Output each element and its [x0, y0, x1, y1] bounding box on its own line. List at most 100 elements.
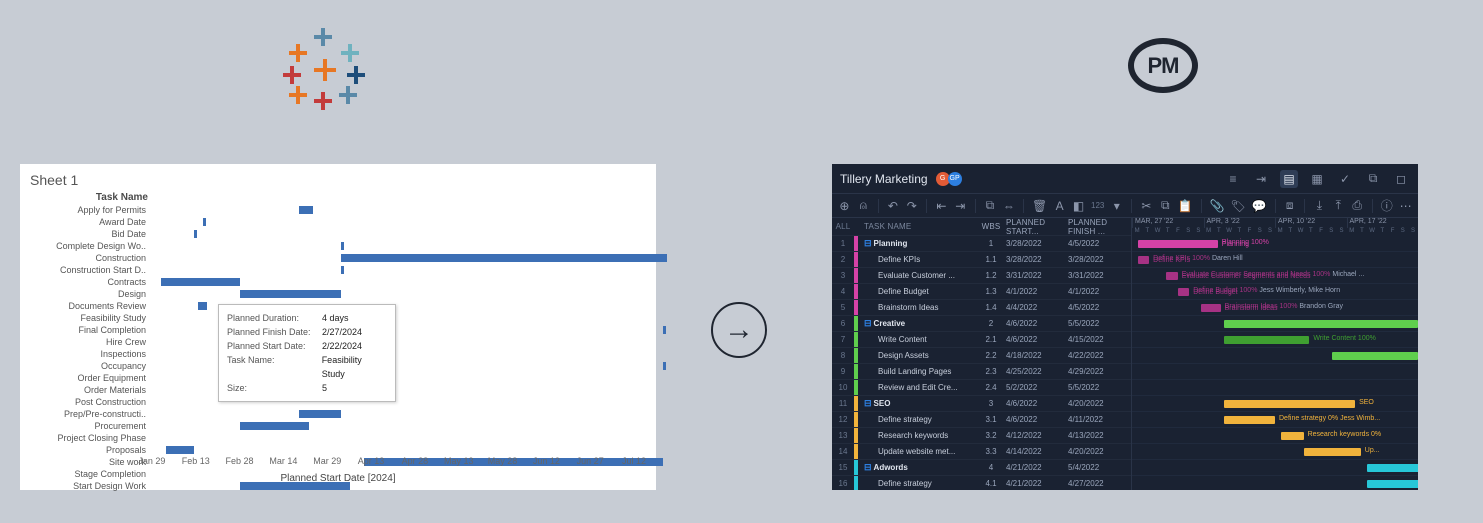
gantt-bar[interactable] [1224, 320, 1418, 328]
gantt-bar[interactable] [341, 254, 668, 262]
cut-icon[interactable]: ✂ [1140, 197, 1153, 215]
gantt-bar[interactable] [1281, 432, 1304, 440]
gantt-bar[interactable]: Planning [1138, 240, 1218, 248]
gantt-bar[interactable]: Evaluate Customer Segments and Needs [1166, 272, 1177, 280]
col-all[interactable]: ALL [832, 222, 854, 231]
task-label[interactable]: Final Completion [20, 324, 148, 336]
unlink-icon[interactable]: ⇔ [1002, 197, 1015, 215]
col-planned-finish[interactable]: PLANNED FINISH ... [1068, 218, 1130, 236]
comment-icon[interactable]: 💬 [1252, 197, 1267, 215]
row-task-name[interactable]: Build Landing Pages [858, 367, 976, 376]
gantt-bar[interactable] [299, 206, 313, 214]
gantt-bar[interactable] [341, 266, 344, 274]
row-task-name[interactable]: ⊟Creative [858, 318, 976, 329]
redo-icon[interactable]: ↷ [905, 197, 918, 215]
collapse-toggle-icon[interactable]: ⊟ [864, 398, 872, 408]
task-label[interactable]: Project Closing Phase [20, 432, 148, 444]
row-task-name[interactable]: ⊟SEO [858, 398, 976, 409]
task-label[interactable]: Documents Review [20, 300, 148, 312]
undo-icon[interactable]: ↶ [887, 197, 900, 215]
table-row[interactable]: 8Design Assets2.24/18/20224/22/2022 [832, 348, 1131, 364]
collapse-toggle-icon[interactable]: ⊟ [864, 238, 872, 248]
col-task-name[interactable]: TASK NAME [858, 222, 976, 231]
gantt-bar[interactable] [198, 302, 207, 310]
palette-icon[interactable]: ◧ [1072, 197, 1085, 215]
table-row[interactable]: 1⊟Planning13/28/20224/5/2022 [832, 236, 1131, 252]
view-list-icon[interactable]: ≡ [1224, 170, 1242, 188]
task-label[interactable]: Order Materials [20, 384, 148, 396]
row-task-name[interactable]: ⊟Adwords [858, 462, 976, 473]
gantt-bar[interactable] [299, 410, 340, 418]
font-icon[interactable]: A [1053, 197, 1066, 215]
table-row[interactable]: 4Define Budget1.34/1/20224/1/2022 [832, 284, 1131, 300]
view-indent-icon[interactable]: ⇥ [1252, 170, 1270, 188]
task-label[interactable]: Feasibility Study [20, 312, 148, 324]
row-task-name[interactable]: Define Budget [858, 287, 976, 296]
view-box-icon[interactable]: ◻ [1392, 170, 1410, 188]
gantt-bar[interactable] [1367, 464, 1418, 472]
row-task-name[interactable]: Define strategy [858, 415, 976, 424]
link-icon[interactable]: ⧉ [984, 197, 997, 215]
col-wbs[interactable]: WBS [976, 222, 1006, 231]
collapse-toggle-icon[interactable]: ⊟ [864, 462, 872, 472]
table-row[interactable]: 3Evaluate Customer ...1.23/31/20223/31/2… [832, 268, 1131, 284]
row-task-name[interactable]: Review and Edit Cre... [858, 383, 976, 392]
task-label[interactable]: Design [20, 288, 148, 300]
view-gantt-icon[interactable]: ▤ [1280, 170, 1298, 188]
table-row[interactable]: 10Review and Edit Cre...2.45/2/20225/5/2… [832, 380, 1131, 396]
task-label[interactable]: Apply for Permits [20, 204, 148, 216]
paste-icon[interactable]: 📋 [1178, 197, 1193, 215]
row-task-name[interactable]: Research keywords [858, 431, 976, 440]
gantt-bar[interactable] [240, 422, 309, 430]
table-row[interactable]: 2Define KPIs1.13/28/20223/28/2022 [832, 252, 1131, 268]
table-row[interactable]: 14Update website met...3.34/14/20224/20/… [832, 444, 1131, 460]
indent-icon[interactable]: ⇥ [954, 197, 967, 215]
table-row[interactable]: 5Brainstorm Ideas1.44/4/20224/5/2022 [832, 300, 1131, 316]
info-icon[interactable]: ⓘ [1380, 197, 1393, 215]
gantt-bar[interactable] [1304, 448, 1361, 456]
table-row[interactable]: 9Build Landing Pages2.34/25/20224/29/202… [832, 364, 1131, 380]
gantt-bar[interactable] [1332, 352, 1418, 360]
gantt-bar[interactable]: Define KPIs [1138, 256, 1149, 264]
col-planned-start[interactable]: PLANNED START... [1006, 218, 1068, 236]
view-copy-icon[interactable]: ⧉ [1364, 170, 1382, 188]
outdent-icon[interactable]: ⇤ [935, 197, 948, 215]
table-row[interactable]: 16Define strategy4.14/21/20224/27/2022 [832, 476, 1131, 490]
gantt-bar[interactable] [166, 446, 194, 454]
task-label[interactable]: Procurement [20, 420, 148, 432]
delete-icon[interactable]: 🗑 [1032, 197, 1047, 215]
task-label[interactable]: Occupancy [20, 360, 148, 372]
task-label[interactable]: Contracts [20, 276, 148, 288]
table-row[interactable]: 12Define strategy3.14/6/20224/11/2022 [832, 412, 1131, 428]
chevron-down-icon[interactable]: ▾ [1110, 197, 1123, 215]
add-user-icon[interactable]: ⍝ [857, 197, 870, 215]
task-label[interactable]: Award Date [20, 216, 148, 228]
gantt-bar[interactable] [240, 290, 341, 298]
table-row[interactable]: 13Research keywords3.24/12/20224/13/2022 [832, 428, 1131, 444]
row-task-name[interactable]: Update website met... [858, 447, 976, 456]
export-icon[interactable]: ⤓ [1313, 197, 1326, 215]
collapse-toggle-icon[interactable]: ⊟ [864, 318, 872, 328]
gantt-bar[interactable] [341, 242, 344, 250]
task-label[interactable]: Site work [20, 456, 148, 468]
copy-icon[interactable]: ⧉ [1159, 197, 1172, 215]
row-task-name[interactable]: Evaluate Customer ... [858, 271, 976, 280]
gantt-bar[interactable]: Brainstorm Ideas [1201, 304, 1221, 312]
gantt-bar[interactable]: Define Budget [1178, 288, 1189, 296]
task-label[interactable]: Inspections [20, 348, 148, 360]
row-task-name[interactable]: ⊟Planning [858, 238, 976, 249]
task-label[interactable]: Complete Design Wo.. [20, 240, 148, 252]
gantt-bar[interactable] [663, 326, 666, 334]
view-table-icon[interactable]: ▦ [1308, 170, 1326, 188]
task-label[interactable]: Hire Crew [20, 336, 148, 348]
upload-icon[interactable]: ⤒ [1332, 197, 1345, 215]
row-task-name[interactable]: Brainstorm Ideas [858, 303, 976, 312]
gantt-bar[interactable] [1224, 400, 1356, 408]
row-task-name[interactable]: Define KPIs [858, 255, 976, 264]
gantt-bar[interactable] [1224, 336, 1310, 344]
task-label[interactable]: Construction Start D.. [20, 264, 148, 276]
gantt-bar[interactable] [194, 230, 197, 238]
task-label[interactable]: Prep/Pre-constructi.. [20, 408, 148, 420]
task-label[interactable]: Bid Date [20, 228, 148, 240]
task-label[interactable]: Construction [20, 252, 148, 264]
